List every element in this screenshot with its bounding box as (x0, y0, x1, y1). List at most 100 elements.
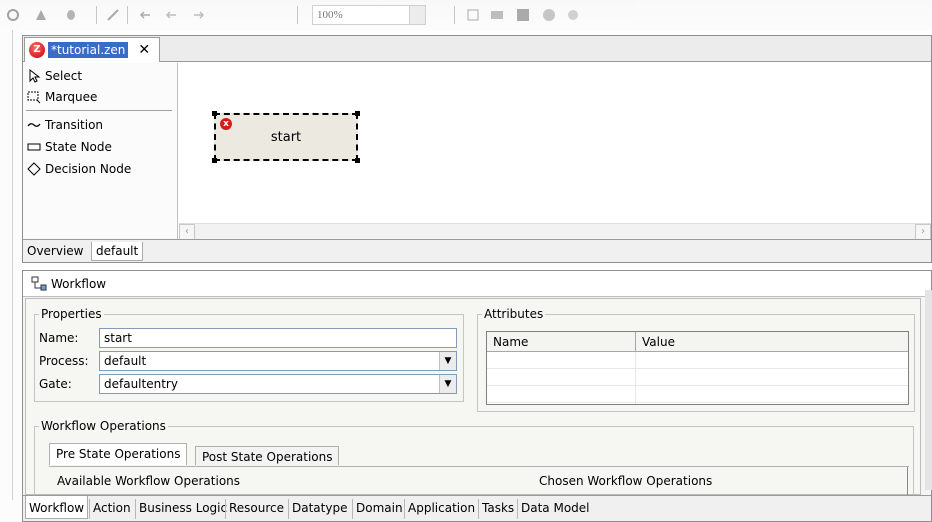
workflow-panel: Properties Name: start Process: default … (25, 298, 921, 502)
settings-icon[interactable] (566, 8, 580, 22)
workflow-view-header: Workflow (23, 271, 931, 297)
scroll-left-icon[interactable]: ‹ (179, 224, 195, 240)
name-label: Name: (39, 331, 79, 345)
tab-resource[interactable]: Resource (225, 499, 287, 519)
tab-workflow[interactable]: Workflow (25, 496, 89, 519)
scroll-right-icon[interactable]: › (915, 224, 931, 240)
tab-pre-state-operations[interactable]: Pre State Operations (49, 443, 188, 465)
name-value: start (104, 331, 132, 345)
diagram-editor: Z *tutorial.zen ✕ Select Marquee Transit… (22, 35, 932, 263)
resize-handle[interactable] (355, 111, 360, 116)
editor-tab-title: *tutorial.zen (48, 42, 129, 58)
palette: Select Marquee Transition State Node Dec… (23, 63, 178, 239)
run-icon[interactable] (34, 8, 48, 22)
palette-item-state-node[interactable]: State Node (27, 138, 112, 156)
column-header-name[interactable]: Name (487, 332, 636, 352)
zoom-fit-icon[interactable] (466, 8, 480, 22)
operations-title: Workflow Operations (39, 419, 168, 433)
zoom-value: 100% (317, 9, 343, 21)
tab-action[interactable]: Action (89, 499, 134, 519)
tab-datatype[interactable]: Datatype (288, 499, 350, 519)
workflow-operations-group: Workflow Operations Pre State Operations… (34, 419, 914, 502)
gear-icon[interactable] (6, 8, 20, 22)
resize-handle[interactable] (212, 158, 217, 163)
workflow-title: Workflow (51, 276, 107, 291)
zoom-combo[interactable]: 100% (312, 5, 426, 25)
operations-tab-strip: Pre State Operations Post State Operatio… (49, 443, 349, 467)
available-operations-label: Available Workflow Operations (57, 474, 241, 488)
gate-dropdown[interactable]: defaultentry ▼ (99, 374, 457, 394)
chevron-down-icon[interactable] (409, 6, 425, 24)
close-icon[interactable]: ✕ (138, 42, 150, 58)
column-header-value[interactable]: Value (636, 332, 908, 352)
properties-title: Properties (39, 307, 104, 321)
resize-handle[interactable] (212, 111, 217, 116)
main-toolbar: 100% (0, 0, 932, 30)
palette-item-marquee[interactable]: Marquee (27, 88, 97, 106)
back-arrow-icon[interactable] (164, 8, 178, 22)
workflow-view-tabs: Workflow Action Business Logic Resource … (23, 495, 931, 521)
arrow-pointer-icon (29, 69, 41, 83)
palette-label: Transition (45, 118, 104, 132)
palette-label: State Node (45, 140, 112, 154)
attributes-title: Attributes (482, 307, 546, 321)
tab-domain[interactable]: Domain (352, 499, 406, 519)
table-row[interactable] (487, 386, 908, 403)
table-header: Name Value (487, 332, 908, 352)
palette-label: Decision Node (45, 162, 132, 176)
tab-divider (49, 466, 909, 467)
right-scroll-edge (925, 290, 932, 490)
horizontal-scrollbar[interactable]: ‹ › (179, 223, 931, 240)
error-icon: x (220, 118, 232, 130)
attributes-table[interactable]: Name Value (486, 331, 909, 405)
process-dropdown[interactable]: default ▼ (99, 351, 457, 371)
palette-item-select[interactable]: Select (27, 67, 82, 85)
gate-label: Gate: (39, 377, 72, 391)
attributes-group: Attributes Name Value (477, 307, 915, 412)
process-label: Process: (39, 354, 89, 368)
state-node-icon (27, 143, 41, 151)
gutter-divider (12, 30, 13, 500)
process-value: default (104, 354, 147, 368)
state-node-start[interactable]: x start (212, 111, 360, 163)
tab-application[interactable]: Application (404, 499, 478, 519)
name-field[interactable]: start (99, 328, 457, 348)
forward-arrow-icon[interactable] (192, 8, 206, 22)
globe-icon[interactable] (542, 8, 556, 22)
properties-group: Properties Name: start Process: default … (34, 307, 464, 402)
chevron-down-icon[interactable]: ▼ (439, 352, 456, 370)
pencil-icon[interactable] (106, 8, 120, 22)
state-node-label: start (270, 129, 302, 145)
left-gutter (0, 30, 22, 522)
workflow-icon (31, 276, 47, 290)
palette-item-decision-node[interactable]: Decision Node (27, 160, 131, 178)
workflow-view: Workflow Properties Name: start Process:… (22, 270, 932, 522)
zen-file-icon: Z (29, 42, 45, 58)
transition-line-icon (27, 123, 41, 127)
chevron-down-icon[interactable]: ▼ (439, 375, 456, 393)
palette-item-transition[interactable]: Transition (27, 116, 103, 134)
tab-post-state-operations[interactable]: Post State Operations (195, 446, 340, 465)
tab-business-logic[interactable]: Business Logic (135, 499, 230, 519)
diagram-canvas[interactable]: x start (179, 63, 931, 223)
tab-tasks[interactable]: Tasks (478, 499, 517, 519)
image-icon[interactable] (516, 8, 530, 22)
debug-icon[interactable] (64, 8, 78, 22)
layout-icon[interactable] (490, 8, 504, 22)
editor-tab-tutorial[interactable]: Z *tutorial.zen ✕ (24, 37, 160, 62)
marquee-icon (27, 91, 41, 104)
diamond-icon (27, 162, 41, 176)
tab-overview[interactable]: Overview (23, 242, 88, 261)
back-icon[interactable] (138, 8, 152, 22)
editor-tab-bar: Z *tutorial.zen ✕ (23, 36, 931, 62)
tab-data-model[interactable]: Data Model (517, 499, 593, 519)
table-row[interactable] (487, 352, 908, 369)
tab-default[interactable]: default (91, 242, 144, 261)
resize-handle[interactable] (355, 158, 360, 163)
palette-separator (26, 110, 172, 111)
editor-page-tabs: Overview default (23, 239, 931, 262)
palette-label: Select (45, 69, 83, 83)
table-row[interactable] (487, 369, 908, 386)
palette-label: Marquee (45, 90, 98, 104)
gate-value: defaultentry (104, 377, 178, 391)
